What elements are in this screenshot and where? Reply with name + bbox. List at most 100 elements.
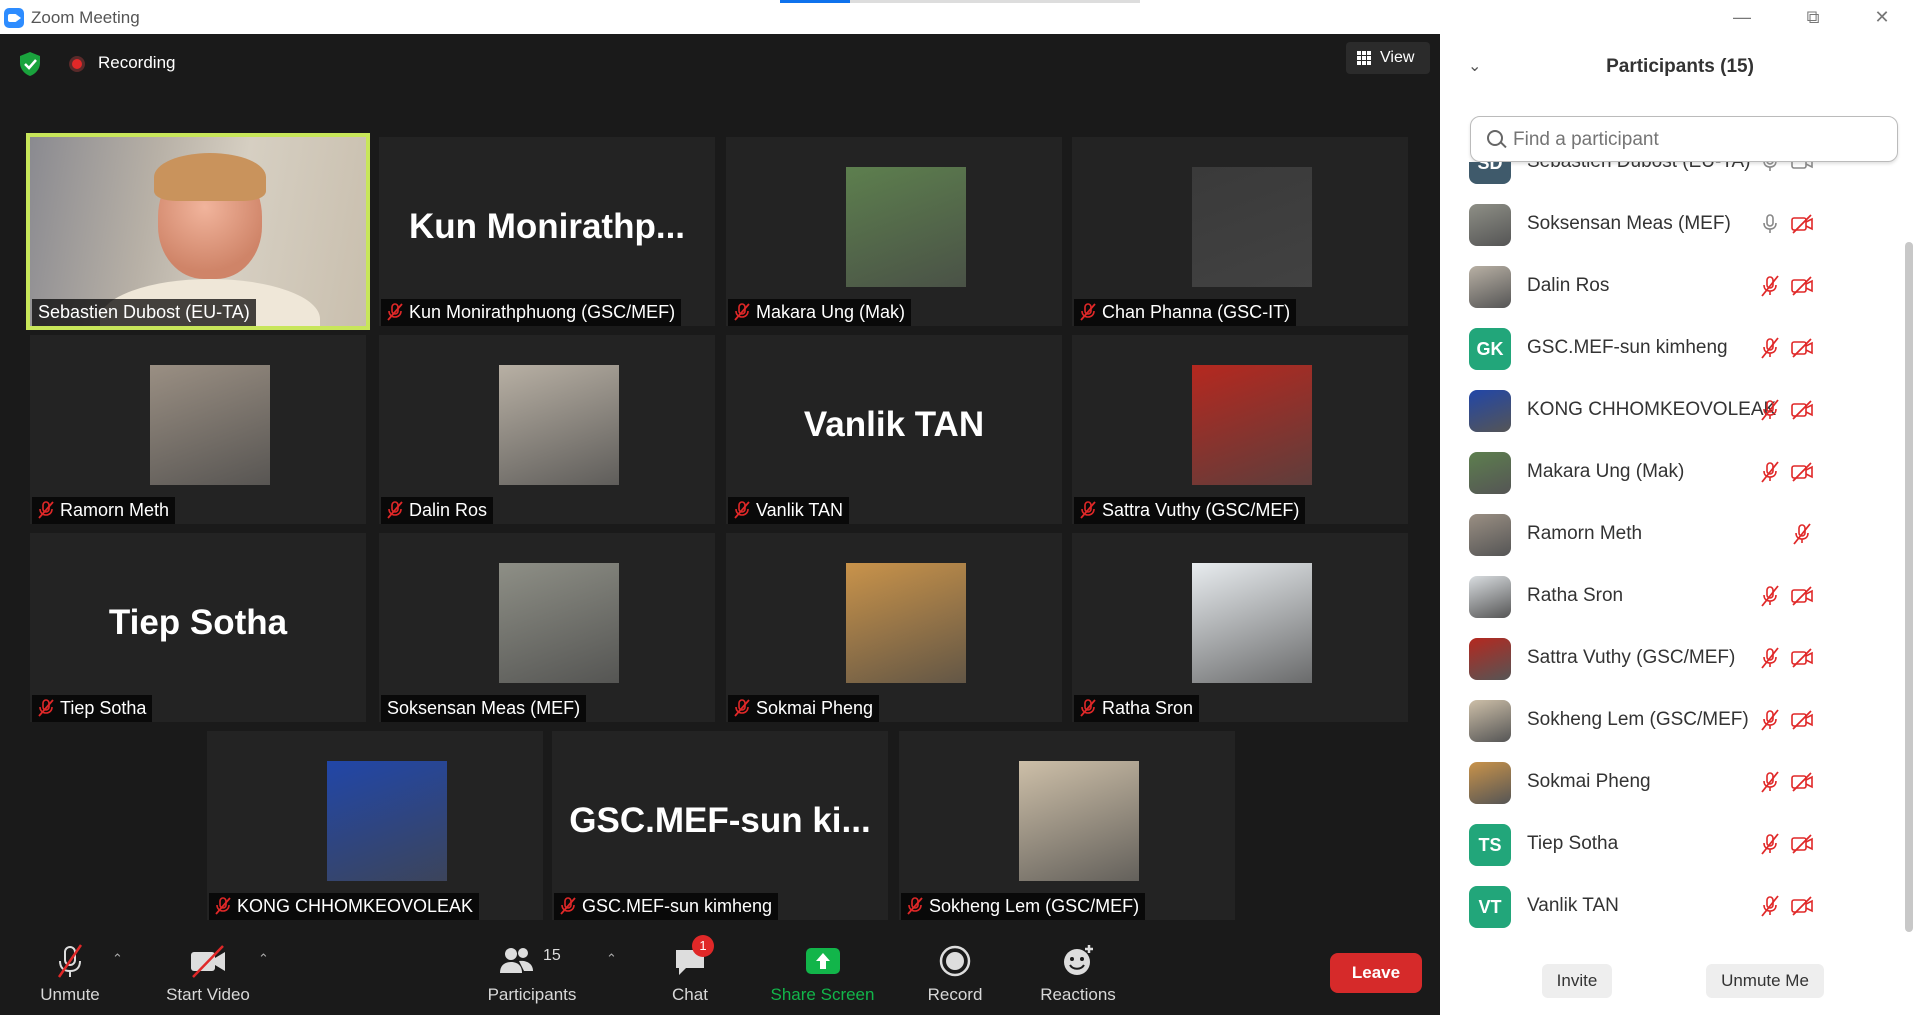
- muted-microphone-icon[interactable]: [1758, 584, 1782, 608]
- participants-options-caret-icon[interactable]: ⌃: [606, 951, 617, 967]
- participant-row-tiep-sotha[interactable]: TS Tiep Sotha: [1440, 814, 1896, 876]
- muted-mic-icon: [1080, 698, 1096, 717]
- video-off-icon[interactable]: [1790, 708, 1814, 732]
- participant-name: Makara Ung (Mak): [1527, 461, 1685, 482]
- muted-mic-icon: [387, 500, 403, 519]
- participant-search-box[interactable]: [1470, 116, 1898, 162]
- restore-icon[interactable]: ⧉: [1793, 3, 1833, 31]
- participant-row-kong-chhomkeovoleak[interactable]: KONG CHHOMKEOVOLEAK: [1440, 380, 1896, 442]
- participant-name: Ramorn Meth: [1527, 523, 1643, 544]
- title-bar: Zoom Meeting — ⧉ ✕: [0, 0, 1920, 34]
- muted-microphone-icon[interactable]: [1758, 336, 1782, 360]
- video-tile-kun-monirathphuong-gsc-mef[interactable]: Kun Monirathp... Kun Monirathphuong (GSC/…: [379, 137, 715, 326]
- participant-row-sattra-vuthy-gsc-mef[interactable]: Sattra Vuthy (GSC/MEF): [1440, 628, 1896, 690]
- window-title: Zoom Meeting: [31, 8, 140, 27]
- video-tile-sebastien-dubost-eu-ta[interactable]: Sebastien Dubost (EU-TA): [26, 133, 370, 330]
- start-video-button[interactable]: Start Video: [158, 941, 258, 1005]
- video-tile-dalin-ros[interactable]: Dalin Ros: [379, 335, 715, 524]
- encryption-shield-icon[interactable]: [16, 50, 44, 78]
- participant-row-makara-ung-mak[interactable]: Makara Ung (Mak): [1440, 442, 1896, 504]
- video-off-icon[interactable]: [1790, 336, 1814, 360]
- video-off-icon[interactable]: [1790, 770, 1814, 794]
- close-icon[interactable]: ✕: [1862, 3, 1902, 31]
- tile-name-label: Soksensan Meas (MEF): [381, 695, 587, 722]
- muted-microphone-icon[interactable]: [1790, 522, 1814, 546]
- video-tile-makara-ung-mak[interactable]: Makara Ung (Mak): [726, 137, 1062, 326]
- microphone-icon[interactable]: [1758, 212, 1782, 236]
- video-off-icon[interactable]: [1790, 584, 1814, 608]
- video-off-icon[interactable]: [1790, 894, 1814, 918]
- tile-participant-name: Sokmai Pheng: [756, 698, 874, 718]
- participant-avatar: [1469, 266, 1511, 308]
- video-camera-icon[interactable]: [1790, 162, 1814, 174]
- muted-microphone-icon[interactable]: [1758, 646, 1782, 670]
- muted-microphone-icon[interactable]: [1758, 460, 1782, 484]
- participant-row-soksensan-meas-mef[interactable]: Soksensan Meas (MEF): [1440, 194, 1896, 256]
- unmute-button[interactable]: Unmute: [30, 941, 110, 1005]
- minimize-icon[interactable]: —: [1722, 3, 1762, 31]
- video-tile-sokmai-pheng[interactable]: Sokmai Pheng: [726, 533, 1062, 722]
- view-button[interactable]: View: [1346, 42, 1430, 74]
- tile-participant-name: Vanlik TAN: [756, 500, 844, 520]
- muted-microphone-icon[interactable]: [1758, 894, 1782, 918]
- profile-photo: [150, 365, 270, 485]
- participants-panel: ⌄ Participants (15) SDSebastien Dubost (…: [1440, 34, 1920, 1015]
- video-tile-vanlik-tan[interactable]: Vanlik TAN Vanlik TAN: [726, 335, 1062, 524]
- video-off-icon[interactable]: [1790, 398, 1814, 422]
- video-tile-sokheng-lem-gsc-mef[interactable]: Sokheng Lem (GSC/MEF): [899, 731, 1235, 920]
- reactions-button[interactable]: Reactions: [1033, 941, 1123, 1005]
- muted-microphone-icon[interactable]: [1758, 274, 1782, 298]
- video-tile-ratha-sron[interactable]: Ratha Sron: [1072, 533, 1408, 722]
- tile-name-label: Ratha Sron: [1074, 695, 1200, 722]
- chat-button[interactable]: 1 Chat: [660, 935, 720, 1005]
- profile-photo: [1192, 365, 1312, 485]
- participants-button[interactable]: 15 Participants: [480, 941, 584, 1005]
- video-tile-sattra-vuthy-gsc-mef[interactable]: Sattra Vuthy (GSC/MEF): [1072, 335, 1408, 524]
- participant-row-gsc-mef-sun-kimheng[interactable]: GK GSC.MEF-sun kimheng: [1440, 318, 1896, 380]
- meeting-toolbar: Unmute ⌃ Start Video ⌃ 15 Participants ⌃…: [0, 935, 1440, 1015]
- tile-name-label: Sokmai Pheng: [728, 695, 880, 722]
- video-off-icon[interactable]: [1790, 646, 1814, 670]
- participant-row-sebastien-dubost-eu-ta[interactable]: SD Sebastien Dubost (EU-TA): [1440, 162, 1896, 194]
- participant-row-dalin-ros[interactable]: Dalin Ros: [1440, 256, 1896, 318]
- video-off-icon[interactable]: [1790, 460, 1814, 484]
- participant-row-ratha-sron[interactable]: Ratha Sron: [1440, 566, 1896, 628]
- tile-name-label: Tiep Sotha: [32, 695, 153, 722]
- tile-display-name: Vanlik TAN: [803, 405, 985, 444]
- muted-microphone-icon[interactable]: [1758, 770, 1782, 794]
- invite-button[interactable]: Invite: [1542, 964, 1612, 998]
- microphone-icon[interactable]: [1758, 162, 1782, 174]
- video-off-icon[interactable]: [1790, 274, 1814, 298]
- leave-button[interactable]: Leave: [1330, 953, 1422, 993]
- participant-row-vanlik-tan[interactable]: VT Vanlik TAN: [1440, 876, 1896, 938]
- share-screen-button[interactable]: Share Screen: [765, 941, 880, 1005]
- muted-microphone-icon[interactable]: [1758, 832, 1782, 856]
- video-off-icon[interactable]: [1790, 832, 1814, 856]
- profile-photo: [499, 563, 619, 683]
- participant-row-sokheng-lem-gsc-mef[interactable]: Sokheng Lem (GSC/MEF): [1440, 690, 1896, 752]
- muted-microphone-icon[interactable]: [1758, 398, 1782, 422]
- muted-microphone-icon[interactable]: [1758, 708, 1782, 732]
- participant-row-sokmai-pheng[interactable]: Sokmai Pheng: [1440, 752, 1896, 814]
- muted-mic-icon: [734, 698, 750, 717]
- video-tile-chan-phanna-gsc-it[interactable]: Chan Phanna (GSC-IT): [1072, 137, 1408, 326]
- audio-options-caret-icon[interactable]: ⌃: [112, 951, 123, 967]
- record-button[interactable]: Record: [920, 941, 990, 1005]
- video-tile-ramorn-meth[interactable]: Ramorn Meth: [30, 335, 366, 524]
- participant-search-input[interactable]: [1513, 125, 1883, 155]
- video-options-caret-icon[interactable]: ⌃: [258, 951, 269, 967]
- video-off-icon[interactable]: [1790, 212, 1814, 236]
- video-tile-kong-chhomkeovoleak[interactable]: KONG CHHOMKEOVOLEAK: [207, 731, 543, 920]
- participant-avatar: TS: [1469, 824, 1511, 866]
- participant-list-scrollbar[interactable]: [1905, 242, 1913, 932]
- participant-row-ramorn-meth[interactable]: Ramorn Meth: [1440, 504, 1896, 566]
- video-tile-gsc-mef-sun-kimheng[interactable]: GSC.MEF-sun ki... GSC.MEF-sun kimheng: [552, 731, 888, 920]
- participant-name: Sokmai Pheng: [1527, 771, 1651, 792]
- muted-mic-icon: [1080, 500, 1096, 519]
- tile-display-name: Kun Monirathp...: [408, 207, 686, 246]
- video-tile-soksensan-meas-mef[interactable]: Soksensan Meas (MEF): [379, 533, 715, 722]
- video-tile-tiep-sotha[interactable]: Tiep Sotha Tiep Sotha: [30, 533, 366, 722]
- unmute-me-button[interactable]: Unmute Me: [1706, 964, 1824, 998]
- share-screen-icon: [803, 941, 843, 981]
- tile-participant-name: Kun Monirathphuong (GSC/MEF): [409, 302, 676, 322]
